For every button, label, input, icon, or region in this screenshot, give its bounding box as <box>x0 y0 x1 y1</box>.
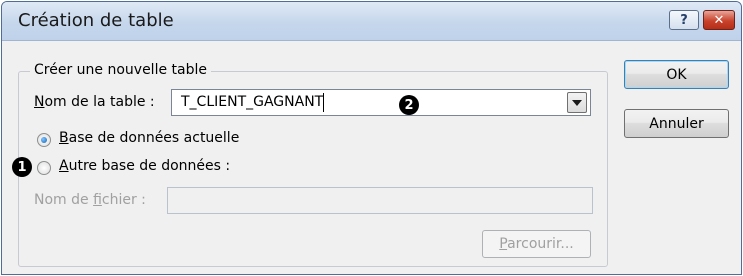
file-name-input[interactable] <box>167 187 593 214</box>
title-bar: Création de table ? ✕ <box>2 2 741 41</box>
table-name-input[interactable]: T_CLIENT_GAGNANT <box>181 94 323 110</box>
file-name-label-rest: ichier : <box>101 192 146 208</box>
callout-marker-1: 1 <box>12 157 32 177</box>
current-database-label-rest: ase de données actuelle <box>68 130 240 146</box>
ok-button[interactable]: OK <box>624 60 729 89</box>
help-button[interactable]: ? <box>669 10 699 30</box>
file-name-label-mnemonic: f <box>93 192 102 208</box>
cancel-button-label: Annuler <box>649 115 704 132</box>
create-table-dialog: Création de table ? ✕ Créer une nouvelle… <box>1 1 742 275</box>
browse-button[interactable]: Parcourir... <box>482 230 591 258</box>
file-name-label: Nom de fichier : <box>34 192 146 208</box>
close-icon: ✕ <box>713 12 725 28</box>
current-database-label[interactable]: Base de données actuelle <box>59 130 239 146</box>
group-label: Créer une nouvelle table <box>30 62 211 78</box>
dialog-title: Création de table <box>18 10 174 31</box>
table-name-label: Nom de la table : <box>34 94 155 110</box>
help-icon: ? <box>680 12 688 28</box>
browse-button-mnemonic: P <box>499 236 508 252</box>
table-name-combobox[interactable]: T_CLIENT_GAGNANT <box>171 89 591 116</box>
cancel-button[interactable]: Annuler <box>624 109 729 138</box>
other-database-label-mnemonic: A <box>59 158 69 174</box>
radio-current-database[interactable] <box>37 133 51 147</box>
ok-button-label: OK <box>666 66 687 83</box>
dropdown-button[interactable] <box>567 92 587 113</box>
text-caret <box>323 93 324 112</box>
other-database-label[interactable]: Autre base de données : <box>59 158 230 174</box>
other-database-label-rest: utre base de données : <box>68 158 231 174</box>
file-name-label-start: Nom de <box>34 192 94 208</box>
chevron-down-icon <box>572 99 582 106</box>
dialog-content: Créer une nouvelle table Nom de la table… <box>2 41 741 274</box>
browse-button-label: Parcourir... <box>499 236 573 252</box>
table-name-label-mnemonic: N <box>34 94 45 110</box>
table-name-label-rest: om de la table : <box>44 94 155 110</box>
radio-other-database[interactable] <box>37 161 51 175</box>
close-button[interactable]: ✕ <box>703 10 735 30</box>
browse-button-rest: arcourir... <box>507 236 574 252</box>
callout-marker-2: 2 <box>399 95 419 115</box>
current-database-label-mnemonic: B <box>59 130 69 146</box>
